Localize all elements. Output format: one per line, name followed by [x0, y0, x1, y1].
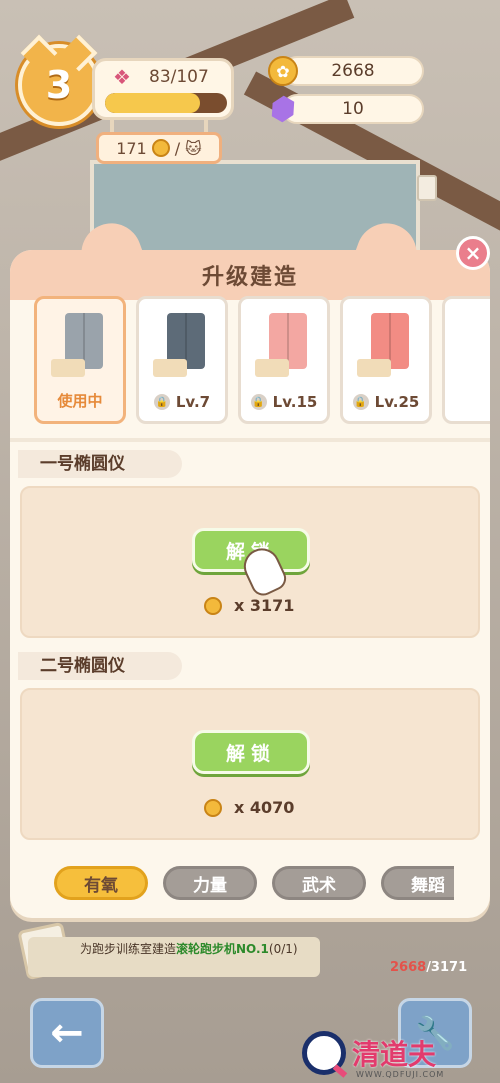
skin-label-text: Lv.25 [374, 393, 420, 411]
skin-card[interactable]: 🔒 Lv.25 [340, 296, 432, 424]
progress-total: /3171 [426, 960, 468, 975]
cost-value: x 4070 [234, 798, 295, 817]
watermark-url: WWW.QDFUJI.COM [356, 1070, 445, 1079]
progress-current: 2668 [390, 960, 427, 975]
tab-category[interactable]: 舞蹈 [381, 866, 454, 900]
skin-card[interactable]: 使用中 [34, 296, 126, 424]
skin-label-text: Lv.7 [175, 393, 211, 411]
skin-card[interactable]: 🔒 Lv.15 [238, 296, 330, 424]
xp-panel: ❖ 83/107 [92, 58, 234, 120]
tab-category[interactable]: 有氧 [54, 866, 148, 900]
close-button[interactable]: × [456, 236, 490, 270]
tab-category[interactable]: 武术 [272, 866, 366, 900]
section-title: 二号椭圆仪 [18, 652, 182, 680]
level-badge[interactable]: 3 [18, 44, 100, 126]
paw-coin-counter: 2668 [282, 56, 424, 86]
skin-label: 🔒 Lv.15 [241, 393, 327, 411]
watermark-text: 清道夫 [352, 1038, 437, 1071]
equipment-thumbnail [153, 313, 213, 383]
cost-1: x 3171 [204, 596, 294, 615]
xp-text: 83/107 [149, 67, 209, 87]
skin-label-text: Lv.15 [272, 393, 318, 411]
candy-icon: ❖ [113, 65, 131, 89]
divider [10, 438, 490, 442]
gem-counter: 10 [282, 94, 424, 124]
equipment-thumbnail [357, 313, 417, 383]
coin-icon [204, 798, 222, 817]
paw-coin-value: 2668 [331, 61, 375, 81]
income-panel: 171 / 🐱 [96, 132, 222, 164]
skin-card[interactable] [442, 296, 490, 424]
tab-category[interactable]: 力量 [163, 866, 257, 900]
watermark-logo-icon [302, 1031, 346, 1075]
skin-card[interactable]: 🔒 Lv.7 [136, 296, 228, 424]
equipment-thumbnail [255, 313, 315, 383]
task-prefix: 为跑步训练室建造 [80, 942, 177, 956]
cost-value: x 3171 [234, 596, 295, 615]
skin-selector: 使用中 🔒 Lv.7 🔒 Lv.15 🔒 Lv.25 [34, 292, 490, 432]
lock-icon: 🔒 [153, 394, 170, 410]
skin-label: 🔒 Lv.25 [343, 393, 429, 411]
income-separator: / [174, 138, 181, 158]
section-title: 一号椭圆仪 [18, 450, 182, 478]
modal-title: 升级建造 [201, 265, 298, 290]
back-arrow-icon: ← [50, 1010, 84, 1056]
back-button[interactable]: ← [30, 998, 104, 1068]
coin-icon [151, 139, 170, 157]
cost-2: x 4070 [204, 798, 294, 817]
skin-label-text: 使用中 [57, 392, 103, 410]
skin-label: 🔒 Lv.7 [139, 393, 225, 411]
paw-coin-icon: ✿ [268, 56, 298, 86]
skin-label: 使用中 [37, 390, 123, 411]
task-highlight: 滚轮跑步机NO.1 [176, 942, 269, 956]
income-value: 171 [116, 138, 147, 158]
equipment-thumbnail [51, 313, 111, 383]
task-suffix: (0/1) [268, 942, 298, 956]
section-box-2: 解锁 x 4070 [20, 688, 480, 840]
xp-bar-fill [105, 93, 201, 113]
gem-value: 10 [342, 99, 364, 119]
category-tabs: 有氧 力量 武术 舞蹈 [54, 866, 454, 902]
xp-bar [105, 93, 227, 113]
level-number: 3 [45, 63, 73, 107]
task-banner[interactable]: 为跑步训练室建造滚轮跑步机NO.1(0/1) [28, 937, 320, 977]
gem-icon [268, 94, 298, 124]
wall-socket [417, 175, 437, 201]
cat-icon: 🐱 [185, 138, 202, 158]
unlock-button-2[interactable]: 解锁 [192, 730, 310, 774]
lock-icon: 🔒 [352, 394, 369, 410]
coin-icon [204, 596, 222, 615]
build-progress: 2668/3171 [390, 960, 467, 975]
lock-icon: 🔒 [250, 394, 267, 410]
close-icon: × [464, 241, 482, 265]
